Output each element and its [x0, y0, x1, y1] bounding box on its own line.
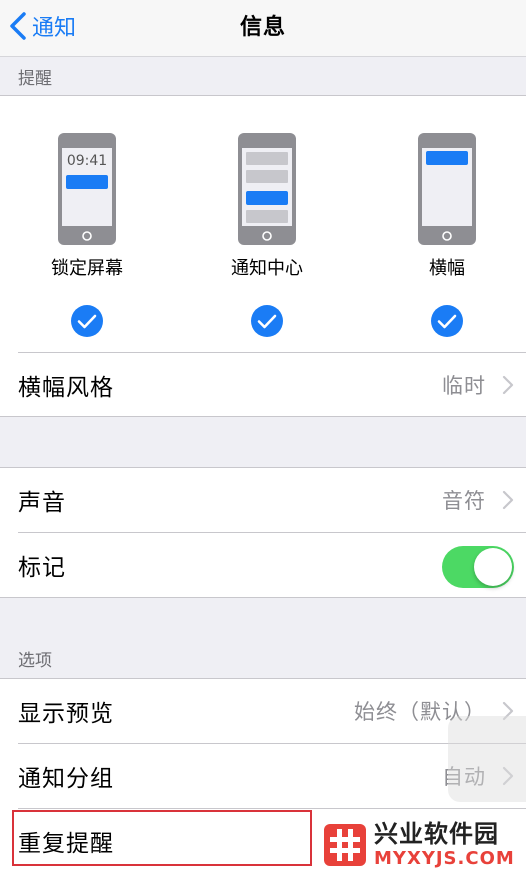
badges-toggle[interactable]: [442, 546, 514, 588]
alert-option-banners[interactable]: 横幅: [387, 132, 507, 338]
chevron-right-icon: [502, 375, 514, 395]
navigation-bar: 通知 信息: [0, 0, 526, 57]
row-value: 音符: [442, 489, 486, 513]
checkmark-icon[interactable]: [70, 304, 104, 338]
chevron-right-icon: [502, 490, 514, 510]
notification-center-phone-icon: [238, 133, 296, 245]
row-label: 显示预览: [18, 701, 114, 727]
row-label: 声音: [18, 490, 66, 516]
alert-option-lock-screen[interactable]: 09:41 锁定屏幕: [27, 132, 147, 338]
sounds-row[interactable]: 声音 音符: [0, 468, 526, 532]
alerts-group: 09:41 锁定屏幕 通知中心 横幅 横幅风格 临时: [0, 95, 526, 417]
section-header-options: 选项: [18, 651, 52, 671]
watermark-en-text: MYXYJS.COM: [374, 848, 515, 869]
hash-logo-icon: [324, 824, 366, 866]
badges-row: 标记: [0, 533, 526, 597]
row-label: 通知分组: [18, 766, 114, 792]
lock-screen-phone-icon: 09:41: [58, 133, 116, 245]
alert-label-notification-center: 通知中心: [231, 258, 303, 279]
toggle-knob: [474, 548, 512, 586]
section-header-alerts: 提醒: [18, 69, 52, 89]
assistive-touch-overlay[interactable]: [448, 716, 526, 802]
row-label: 标记: [18, 555, 66, 581]
checkmark-icon[interactable]: [430, 304, 464, 338]
checkmark-icon[interactable]: [250, 304, 284, 338]
watermark-cn-text: 兴业软件园: [374, 820, 499, 848]
row-value: 临时: [442, 373, 486, 398]
banners-phone-icon: [418, 133, 476, 245]
page-title: 信息: [239, 15, 286, 40]
alert-option-notification-center[interactable]: 通知中心: [207, 132, 327, 338]
row-label: 横幅风格: [18, 374, 114, 401]
watermark: 兴业软件园 MYXYJS.COM: [318, 812, 526, 878]
alert-label-banners: 横幅: [429, 258, 465, 279]
lock-screen-time: 09:41: [67, 153, 107, 169]
sounds-badges-group: 声音 音符 标记: [0, 467, 526, 598]
banner-style-row[interactable]: 横幅风格 临时: [0, 353, 526, 416]
alert-label-lock-screen: 锁定屏幕: [51, 258, 123, 279]
row-label: 重复提醒: [18, 831, 114, 857]
